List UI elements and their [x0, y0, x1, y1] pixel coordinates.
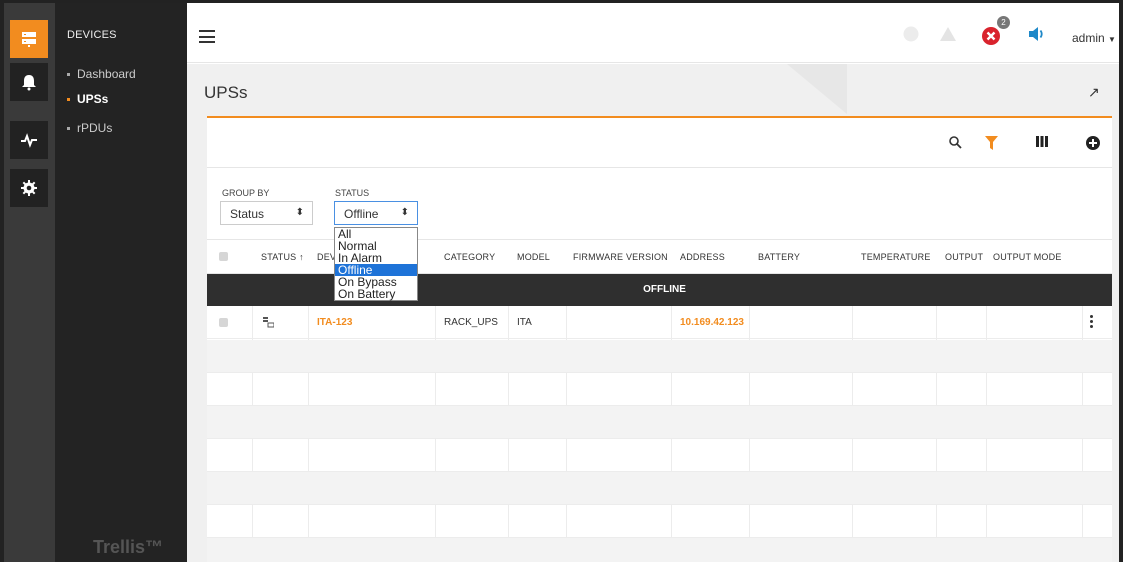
column-header-category[interactable]: CATEGORY — [444, 252, 495, 262]
server-icon — [22, 32, 36, 47]
empty-row — [207, 406, 1112, 439]
user-name: admin — [1072, 31, 1105, 45]
column-header-status[interactable]: STATUS ↑ — [261, 252, 304, 262]
nav-item-rpdus[interactable]: rPDUs — [67, 121, 112, 135]
window-edge — [1119, 3, 1123, 562]
warning-icon[interactable] — [939, 26, 957, 42]
device-link[interactable]: ITA-123 — [317, 317, 352, 328]
nav-item-label: Dashboard — [77, 67, 136, 81]
empty-row — [207, 439, 1112, 472]
trellis-logo: Trellis™ — [93, 537, 164, 557]
status-label: STATUS — [335, 188, 370, 198]
nav-item-dashboard[interactable]: Dashboard — [67, 67, 136, 81]
column-header-output-mode[interactable]: OUTPUT MODE — [993, 252, 1062, 262]
devices-nav-panel: DEVICES Dashboard UPSs rPDUs Trellis™ — [55, 3, 187, 562]
empty-row — [207, 505, 1112, 538]
nav-item-label: UPSs — [77, 92, 109, 106]
alarm-count-badge: 2 — [997, 16, 1010, 29]
group-by-label: GROUP BY — [222, 188, 270, 198]
column-header-model[interactable]: MODEL — [517, 252, 550, 262]
expand-arrow-icon[interactable]: ↗ — [1088, 84, 1100, 101]
search-icon[interactable] — [949, 136, 962, 149]
column-header-address[interactable]: ADDRESS — [680, 252, 725, 262]
columns-icon[interactable] — [1036, 136, 1048, 147]
page-area: UPSs ↗ GROUP BY Status ⬍ STATUS Offline … — [187, 64, 1123, 562]
row-checkbox[interactable] — [219, 318, 228, 327]
column-header-output[interactable]: OUTPUT — [945, 252, 983, 262]
critical-alarm-icon[interactable] — [981, 26, 1001, 46]
column-header-battery[interactable]: BATTERY — [758, 252, 800, 262]
column-header-temperature[interactable]: TEMPERATURE — [861, 252, 931, 262]
card-toolbar — [207, 118, 1112, 168]
group-by-select[interactable]: Status ⬍ — [220, 201, 313, 225]
bullet-icon — [67, 126, 70, 130]
status-value: Offline — [344, 207, 379, 221]
pulse-icon — [21, 133, 37, 148]
select-all-checkbox[interactable] — [219, 252, 228, 261]
status-dropdown-list: All Normal In Alarm Offline On Bypass On… — [334, 227, 418, 301]
bell-alarm-icon — [22, 75, 36, 91]
user-menu[interactable]: admin ▼ — [1072, 31, 1116, 45]
empty-row — [207, 373, 1112, 406]
caret-down-icon: ▼ — [1108, 35, 1116, 44]
empty-row — [207, 472, 1112, 505]
model-cell: ITA — [517, 317, 532, 328]
app-window: DEVICES Dashboard UPSs rPDUs Trellis™ 2 — [0, 0, 1123, 562]
empty-row — [207, 340, 1112, 373]
add-circle-icon[interactable] — [1086, 136, 1100, 150]
top-header: 2 admin ▼ — [187, 3, 1123, 63]
gear-icon — [21, 180, 37, 196]
select-arrows-icon: ⬍ — [400, 207, 409, 218]
nav-item-upss[interactable]: UPSs — [67, 92, 108, 106]
icon-rail — [4, 3, 55, 562]
nav-item-label: rPDUs — [77, 121, 113, 135]
group-by-value: Status — [230, 207, 265, 221]
column-header-firmware[interactable]: FIRMWARE VERSION — [573, 252, 668, 262]
address-link[interactable]: 10.169.42.123 — [680, 317, 744, 328]
info-icon[interactable] — [903, 26, 919, 42]
alarms-rail-button[interactable] — [10, 63, 48, 101]
category-cell: RACK_UPS — [444, 317, 498, 328]
devices-rail-button[interactable] — [10, 20, 48, 58]
status-option-on-battery[interactable]: On Battery — [335, 288, 417, 300]
hamburger-menu-icon[interactable] — [199, 30, 215, 43]
speaker-icon[interactable] — [1028, 26, 1046, 42]
nav-title: DEVICES — [67, 29, 117, 41]
decorative-shape — [787, 64, 847, 114]
settings-rail-button[interactable] — [10, 169, 48, 207]
bullet-icon — [67, 97, 70, 101]
offline-status-icon — [263, 317, 274, 328]
row-actions-icon[interactable] — [1090, 315, 1093, 328]
select-arrows-icon: ⬍ — [295, 207, 304, 218]
devices-card: GROUP BY Status ⬍ STATUS Offline ⬍ STATU… — [207, 116, 1112, 562]
activity-rail-button[interactable] — [10, 121, 48, 159]
table-row[interactable]: ITA-123 RACK_UPS ITA 10.169.42.123 — [207, 306, 1112, 339]
bullet-icon — [67, 72, 70, 76]
filter-icon[interactable] — [985, 136, 998, 150]
status-select[interactable]: Offline ⬍ — [334, 201, 418, 225]
page-title: UPSs — [204, 83, 248, 102]
empty-row — [207, 538, 1112, 562]
